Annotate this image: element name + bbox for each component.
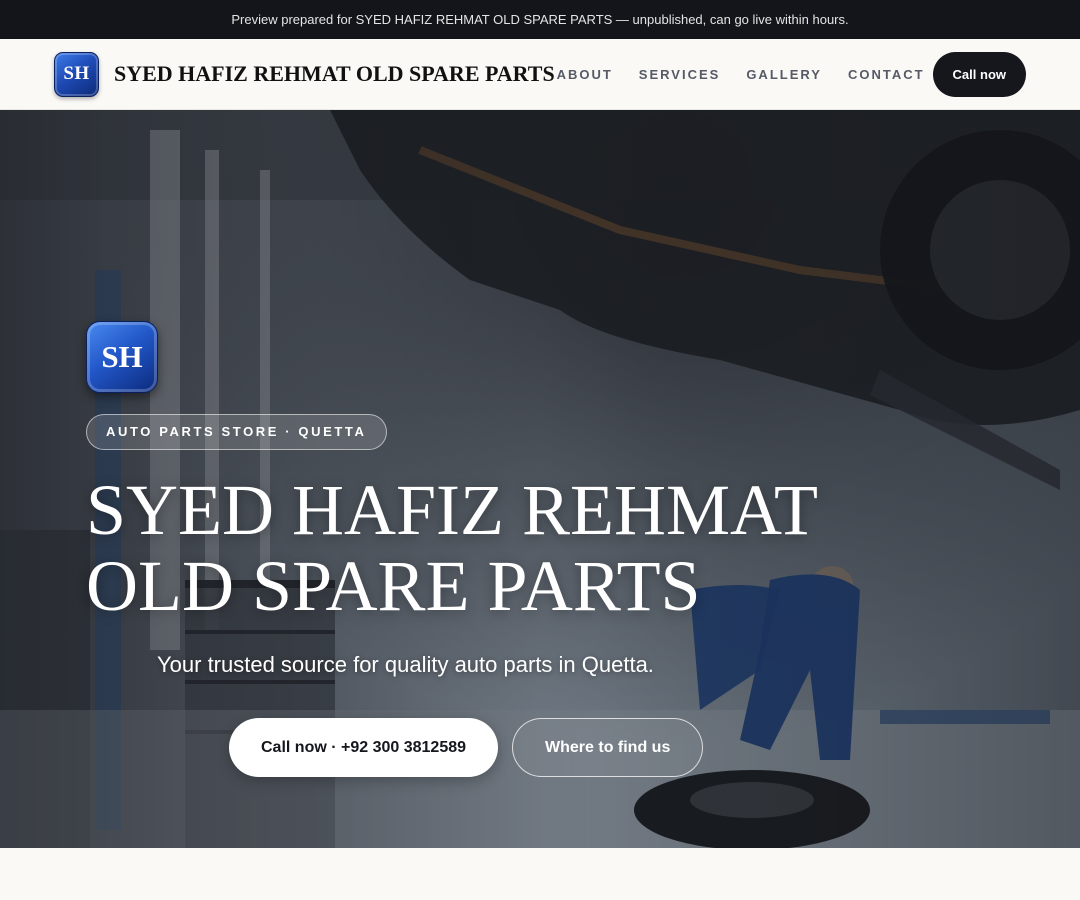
brand-name: SYED HAFIZ REHMAT OLD SPARE PARTS [114, 61, 555, 86]
nav-link-about[interactable]: ABOUT [557, 67, 613, 82]
logo-badge: SH [54, 51, 99, 97]
hero-title: SYED HAFIZ REHMAT OLD SPARE PARTS [86, 472, 886, 624]
hero-logo-badge: SH [86, 321, 158, 393]
nav-link-services[interactable]: SERVICES [639, 67, 721, 82]
preview-banner-text: Preview prepared for SYED HAFIZ REHMAT O… [231, 12, 849, 27]
nav-link-contact[interactable]: CONTACT [848, 67, 925, 82]
next-section-start [0, 848, 1080, 900]
header-call-button[interactable]: Call now [932, 51, 1026, 97]
hero-logo-initials: SH [101, 339, 143, 374]
find-us-button[interactable]: Where to find us [512, 718, 704, 777]
site-header: SH SYED HAFIZ REHMAT OLD SPARE PARTS ABO… [0, 39, 1080, 110]
hero-category-tag: AUTO PARTS STORE · QUETTA [86, 414, 387, 450]
hero-content: SH AUTO PARTS STORE · QUETTA SYED HAFIZ … [86, 321, 886, 777]
main-nav: ABOUT SERVICES GALLERY CONTACT [557, 67, 925, 82]
hero-title-line-2: OLD SPARE PARTS [86, 546, 701, 626]
logo-initials: SH [63, 63, 90, 84]
nav-right: ABOUT SERVICES GALLERY CONTACT Call now [557, 51, 1026, 97]
preview-banner: Preview prepared for SYED HAFIZ REHMAT O… [0, 0, 1080, 39]
call-now-button[interactable]: Call now · +92 300 3812589 [229, 718, 499, 777]
brand[interactable]: SH SYED HAFIZ REHMAT OLD SPARE PARTS [54, 51, 555, 97]
nav-link-gallery[interactable]: GALLERY [746, 67, 822, 82]
hero-title-line-1: SYED HAFIZ REHMAT [86, 470, 819, 550]
hero-actions: Call now · +92 300 3812589 Where to find… [229, 718, 886, 777]
hero-section: SH AUTO PARTS STORE · QUETTA SYED HAFIZ … [0, 110, 1080, 848]
hero-subtitle: Your trusted source for quality auto par… [157, 652, 654, 677]
